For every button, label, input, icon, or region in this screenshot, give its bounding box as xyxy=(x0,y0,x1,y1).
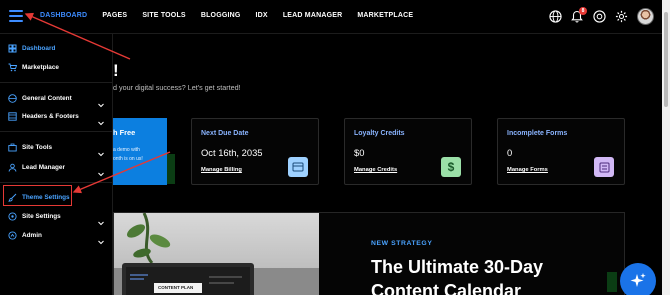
card-value: 0 xyxy=(507,147,513,158)
sidebar-item-label: Lead Manager xyxy=(22,163,65,171)
settings-icon xyxy=(8,211,17,221)
toolbox-icon xyxy=(8,143,17,152)
photo-caption: CONTENT PLAN xyxy=(158,285,194,290)
article-edge-shadow xyxy=(607,272,617,292)
sidebar: Dashboard Marketplace General Content He… xyxy=(0,34,113,295)
card-title: Loyalty Credits xyxy=(354,130,405,137)
nav-lead-manager[interactable]: LEAD MANAGER xyxy=(283,12,343,19)
card-value: $0 xyxy=(354,147,365,158)
scrollbar-thumb[interactable] xyxy=(664,12,668,107)
nav-dashboard[interactable]: DASHBOARD xyxy=(40,12,87,19)
avatar[interactable] xyxy=(637,8,654,25)
sidebar-item-general-content[interactable]: General Content xyxy=(0,90,112,108)
manage-billing-link[interactable]: Manage Billing xyxy=(201,167,242,173)
chevron-down-icon xyxy=(98,164,104,182)
hamburger-menu-icon[interactable] xyxy=(9,10,23,22)
ai-assistant-button[interactable] xyxy=(620,263,656,295)
nav-site-tools[interactable]: SITE TOOLS xyxy=(142,12,186,19)
manage-forms-link[interactable]: Manage Forms xyxy=(507,167,548,173)
sidebar-divider xyxy=(0,82,112,83)
sidebar-item-lead-manager[interactable]: Lead Manager xyxy=(0,159,112,177)
sidebar-item-site-tools[interactable]: Site Tools xyxy=(0,139,112,157)
sidebar-item-site-settings[interactable]: Site Settings xyxy=(0,208,112,226)
sidebar-divider xyxy=(0,182,112,183)
sidebar-item-label: Marketplace xyxy=(22,63,59,71)
nav-idx[interactable]: IDX xyxy=(256,12,268,19)
globe-icon[interactable] xyxy=(548,10,562,24)
sidebar-item-headers-footers[interactable]: Headers & Footers xyxy=(0,108,112,126)
loyalty-credits-card: Loyalty Credits $0 Manage Credits $ xyxy=(344,118,472,185)
nav-pages[interactable]: PAGES xyxy=(102,12,127,19)
user-icon xyxy=(8,163,17,172)
card-title: Incomplete Forms xyxy=(507,130,568,137)
incomplete-forms-card: Incomplete Forms 0 Manage Forms xyxy=(497,118,625,185)
card-value: Oct 16th, 2035 xyxy=(201,147,263,158)
gear-icon[interactable] xyxy=(614,10,628,24)
welcome-subtitle: d your digital success? Let's get starte… xyxy=(113,83,241,92)
sparkle-icon xyxy=(630,273,646,287)
chevron-down-icon xyxy=(98,232,104,250)
bell-icon[interactable]: 8 xyxy=(570,6,587,24)
promo-shadow xyxy=(167,154,175,184)
due-date-card: Next Due Date Oct 16th, 2035 Manage Bill… xyxy=(191,118,319,185)
promo-card[interactable]: h Free a demo with onth is on us! xyxy=(113,118,167,185)
top-nav: DASHBOARD PAGES SITE TOOLS BLOGGING IDX … xyxy=(40,12,428,19)
featured-article-card[interactable]: CONTENT PLAN NEW STRATEGY The Ultimate 3… xyxy=(113,212,625,295)
sidebar-item-label: Headers & Footers xyxy=(22,112,79,120)
page-scrollbar[interactable] xyxy=(662,0,670,295)
top-bar: DASHBOARD PAGES SITE TOOLS BLOGGING IDX … xyxy=(0,0,662,34)
sidebar-item-label: Admin xyxy=(22,231,42,239)
billing-icon xyxy=(288,157,308,177)
form-icon xyxy=(594,157,614,177)
sidebar-item-admin[interactable]: Admin xyxy=(0,227,112,245)
article-photo: CONTENT PLAN xyxy=(114,213,319,295)
article-kicker: NEW STRATEGY xyxy=(371,240,433,247)
chevron-down-icon xyxy=(98,113,104,131)
article-title: The Ultimate 30-Day Content Calendar xyxy=(371,257,544,295)
globe-icon xyxy=(8,93,17,103)
sidebar-divider xyxy=(0,131,112,132)
promo-title: h Free xyxy=(113,128,136,137)
dollar-icon: $ xyxy=(441,157,461,177)
cart-icon xyxy=(8,63,17,72)
sidebar-item-label: Site Tools xyxy=(22,143,53,151)
sidebar-item-marketplace[interactable]: Marketplace xyxy=(0,59,112,75)
nav-marketplace[interactable]: MARKETPLACE xyxy=(357,12,413,19)
card-title: Next Due Date xyxy=(201,130,249,137)
manage-credits-link[interactable]: Manage Credits xyxy=(354,167,397,173)
promo-text: a demo with onth is on us! xyxy=(113,147,143,162)
sidebar-item-label: General Content xyxy=(22,94,72,102)
notification-badge: 8 xyxy=(579,6,587,15)
sidebar-item-dashboard[interactable]: Dashboard xyxy=(0,40,112,56)
nav-blogging[interactable]: BLOGGING xyxy=(201,12,241,19)
main-content: ! d your digital success? Let's get star… xyxy=(113,35,662,295)
annotation-highlight-box xyxy=(3,185,72,206)
admin-icon xyxy=(8,230,17,240)
dashboard-icon xyxy=(8,44,17,53)
welcome-heading: ! xyxy=(113,61,119,80)
support-icon[interactable] xyxy=(592,10,606,24)
layout-icon xyxy=(8,111,17,121)
sidebar-item-label: Site Settings xyxy=(22,212,61,220)
sidebar-item-label: Dashboard xyxy=(22,44,56,52)
